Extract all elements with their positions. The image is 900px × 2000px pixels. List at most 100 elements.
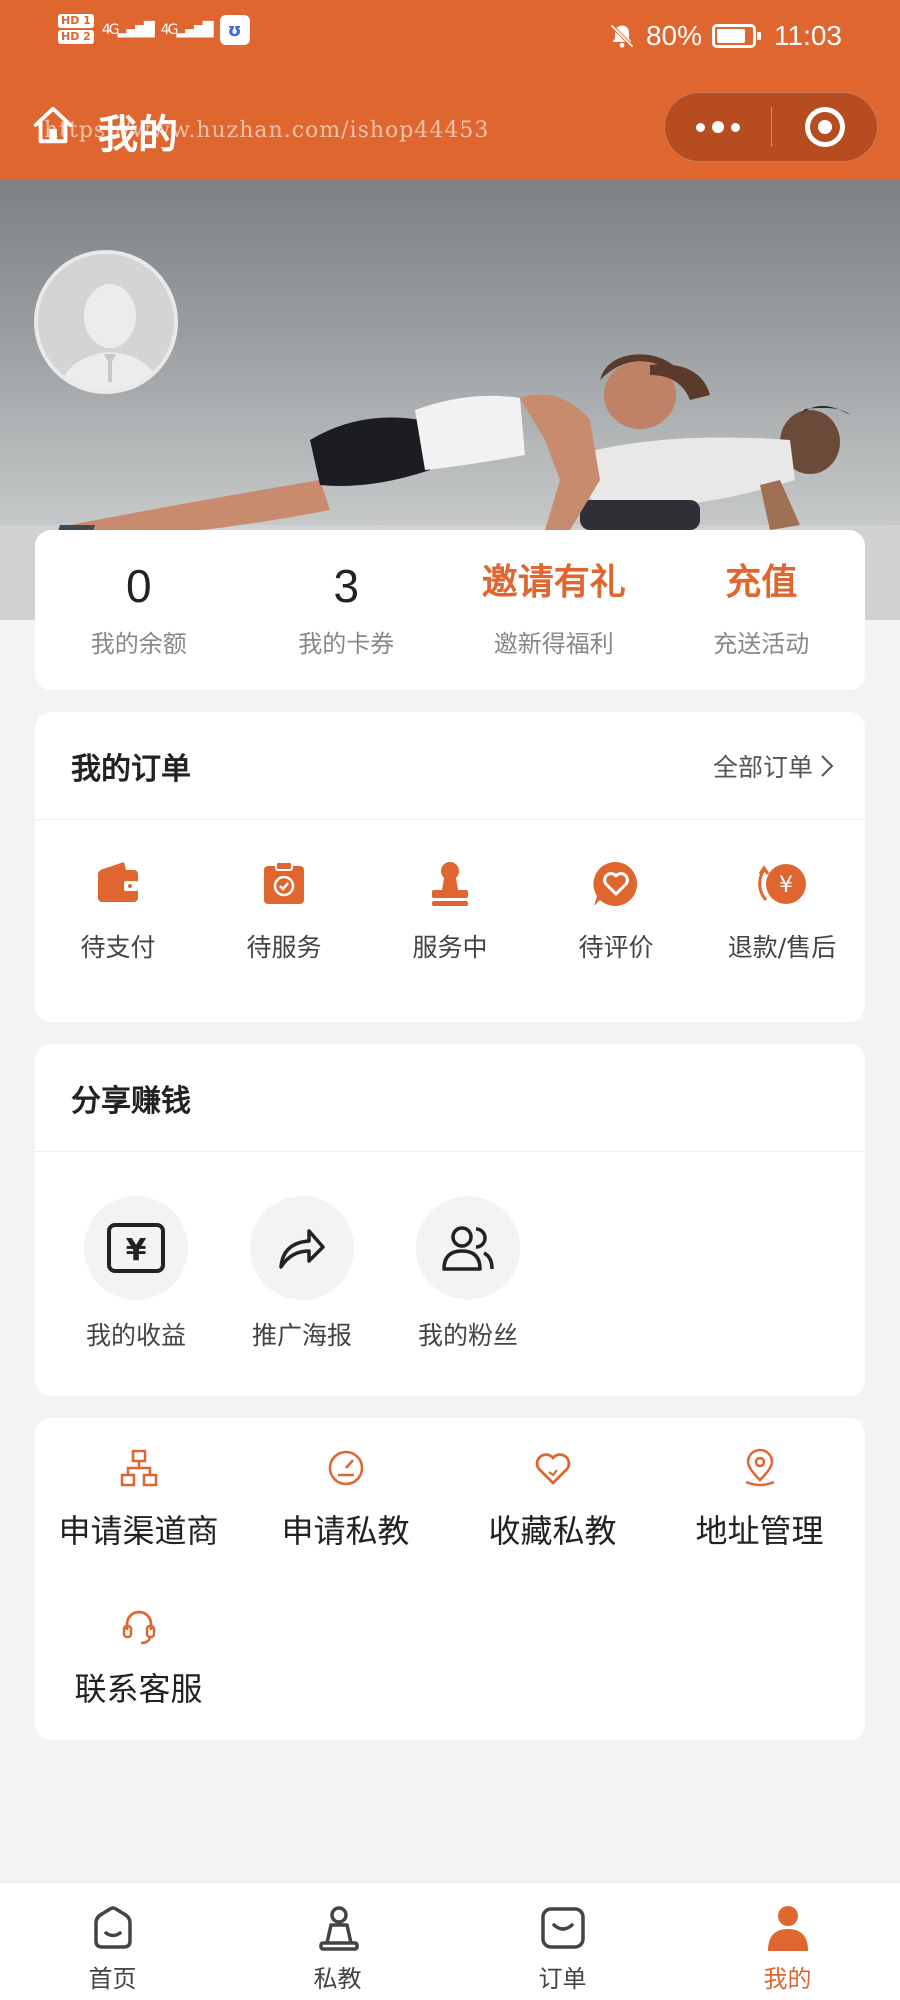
watermark-text: https://www.huzhan.com/ishop44453 bbox=[44, 118, 490, 143]
tab-mine[interactable]: 我的 bbox=[675, 1883, 900, 2000]
my-earnings[interactable]: ¥ 我的收益 bbox=[53, 1196, 219, 1352]
tab-orders-label: 订单 bbox=[538, 1965, 587, 1993]
order-pending-payment-label: 待支付 bbox=[80, 933, 156, 962]
person-icon bbox=[767, 1906, 808, 1951]
all-orders-link[interactable]: 全部订单 bbox=[713, 748, 835, 784]
target-icon bbox=[804, 107, 845, 147]
share-header: 分享赚钱 bbox=[35, 1044, 865, 1152]
headset-icon bbox=[122, 1610, 155, 1645]
order-status-row: 待支付 待服务 服务中 待评价 ¥ 退款/售后 bbox=[35, 820, 865, 964]
signal-icon-1: 4G▂▄▆█ bbox=[101, 22, 155, 38]
share-title: 分享赚钱 bbox=[71, 1083, 191, 1119]
tab-home[interactable]: 首页 bbox=[0, 1883, 225, 2000]
order-bag-icon bbox=[540, 1907, 585, 1949]
tab-mine-label: 我的 bbox=[763, 1965, 812, 1993]
tab-orders[interactable]: 订单 bbox=[450, 1883, 675, 2000]
all-orders-label: 全部订单 bbox=[712, 752, 813, 782]
more-options-button[interactable] bbox=[665, 93, 771, 161]
order-pending-service-label: 待服务 bbox=[246, 933, 322, 962]
svg-text:¥: ¥ bbox=[779, 873, 793, 898]
status-bar: HD 1 HD 2 4G▂▄▆█ 4G▂▄▆█ ʊ 80% 11:03 bbox=[0, 0, 900, 80]
orders-header: 我的订单 全部订单 bbox=[35, 712, 865, 820]
svg-text:¥: ¥ bbox=[126, 1233, 147, 1268]
status-left: HD 1 HD 2 4G▂▄▆█ 4G▂▄▆█ ʊ bbox=[58, 14, 250, 46]
heart-chat-icon bbox=[593, 861, 638, 906]
coupons-value: 3 bbox=[333, 560, 360, 612]
heart-icon bbox=[535, 1453, 570, 1485]
apply-trainer[interactable]: 申请私教 bbox=[242, 1444, 449, 1602]
my-orders-card: 我的订单 全部订单 待支付 待服务 服务中 待评价 ¥ 退款/售后 bbox=[35, 712, 865, 1022]
invite-title: 邀请有礼 bbox=[481, 562, 626, 603]
battery-percent: 80% bbox=[645, 20, 702, 51]
my-fans-label: 我的粉丝 bbox=[417, 1321, 518, 1350]
nav-bar: 我的 https://www.huzhan.com/ishop44453 bbox=[0, 88, 900, 168]
status-right: 80% 11:03 bbox=[608, 20, 842, 52]
hd-indicator: HD 1 HD 2 bbox=[58, 14, 94, 46]
refund-yen-icon: ¥ bbox=[758, 864, 806, 904]
address-management-label: 地址管理 bbox=[695, 1512, 824, 1550]
promo-poster-label: 推广海报 bbox=[251, 1321, 352, 1350]
my-earnings-label: 我的收益 bbox=[85, 1321, 186, 1350]
network-label-1: 4G bbox=[101, 22, 120, 38]
order-in-service[interactable]: 服务中 bbox=[367, 856, 533, 964]
favorite-trainers[interactable]: 收藏私教 bbox=[449, 1444, 656, 1602]
promo-poster[interactable]: 推广海报 bbox=[219, 1196, 385, 1352]
tab-trainer[interactable]: 私教 bbox=[225, 1883, 450, 2000]
home-icon bbox=[93, 1906, 132, 1949]
recharge-subtitle: 充送活动 bbox=[713, 630, 810, 658]
chevron-right-icon bbox=[821, 754, 834, 777]
stat-invite[interactable]: 邀请有礼 邀新得福利 bbox=[450, 530, 658, 690]
tab-trainer-label: 私教 bbox=[313, 1965, 362, 1993]
contact-support[interactable]: 联系客服 bbox=[35, 1602, 242, 1760]
order-refund[interactable]: ¥ 退款/售后 bbox=[699, 856, 865, 964]
invite-subtitle: 邀新得福利 bbox=[493, 630, 614, 658]
gauge-icon bbox=[328, 1450, 363, 1486]
share-arrow-icon bbox=[279, 1229, 325, 1269]
order-in-service-label: 服务中 bbox=[412, 933, 488, 962]
yen-wallet-icon: ¥ bbox=[107, 1223, 165, 1273]
stat-recharge[interactable]: 充值 充送活动 bbox=[658, 530, 866, 690]
poster-icon-bg bbox=[250, 1196, 354, 1300]
avatar[interactable] bbox=[34, 250, 178, 394]
hd2-label: HD 2 bbox=[58, 30, 94, 44]
order-pending-payment[interactable]: 待支付 bbox=[35, 856, 201, 964]
apply-channel-partner[interactable]: 申请渠道商 bbox=[35, 1444, 242, 1602]
wallet-icon bbox=[98, 862, 138, 902]
order-pending-service[interactable]: 待服务 bbox=[201, 856, 367, 964]
users-icon bbox=[442, 1226, 494, 1271]
stat-balance[interactable]: 0 我的余额 bbox=[35, 530, 243, 690]
mini-program-capsule bbox=[664, 92, 878, 162]
order-pending-review-label: 待评价 bbox=[578, 933, 654, 962]
favorite-trainers-label: 收藏私教 bbox=[488, 1512, 617, 1550]
network-label-2: 4G bbox=[160, 22, 179, 38]
location-pin-icon bbox=[745, 1448, 774, 1487]
fans-icon-bg bbox=[416, 1196, 520, 1300]
coupons-label: 我的卡券 bbox=[298, 630, 395, 658]
top-header-area: HD 1 HD 2 4G▂▄▆█ 4G▂▄▆█ ʊ 80% 11:03 我的 h… bbox=[0, 0, 900, 180]
clock: 11:03 bbox=[774, 20, 842, 51]
mute-bell-icon bbox=[610, 24, 634, 48]
app-badge-icon: ʊ bbox=[219, 15, 250, 45]
trainer-icon bbox=[318, 1906, 359, 1951]
close-mini-program-button[interactable] bbox=[772, 107, 877, 147]
recharge-title: 充值 bbox=[725, 562, 798, 603]
address-management[interactable]: 地址管理 bbox=[656, 1444, 863, 1602]
contact-support-label: 联系客服 bbox=[74, 1670, 203, 1708]
my-fans[interactable]: 我的粉丝 bbox=[385, 1196, 551, 1352]
tab-home-label: 首页 bbox=[88, 1965, 137, 1993]
bottom-tab-bar: 首页 私教 订单 我的 bbox=[0, 1882, 900, 2000]
balance-value: 0 bbox=[125, 560, 152, 612]
account-stats-card: 0 我的余额 3 我的卡券 邀请有礼 邀新得福利 充值 充送活动 bbox=[35, 530, 865, 690]
stat-coupons[interactable]: 3 我的卡券 bbox=[243, 530, 451, 690]
order-refund-label: 退款/售后 bbox=[727, 933, 837, 962]
apply-trainer-label: 申请私教 bbox=[281, 1512, 410, 1550]
battery-icon bbox=[712, 24, 761, 48]
balance-label: 我的余额 bbox=[90, 630, 187, 658]
signal-icon-2: 4G▂▄▆█ bbox=[160, 22, 214, 38]
order-pending-review[interactable]: 待评价 bbox=[533, 856, 699, 964]
stamp-icon bbox=[432, 862, 468, 906]
earnings-icon-bg: ¥ bbox=[84, 1196, 188, 1300]
hierarchy-icon bbox=[120, 1449, 157, 1487]
clipboard-check-icon bbox=[264, 861, 304, 904]
tools-grid: 申请渠道商 申请私教 收藏私教 地址管理 联系客服 bbox=[35, 1418, 865, 1760]
